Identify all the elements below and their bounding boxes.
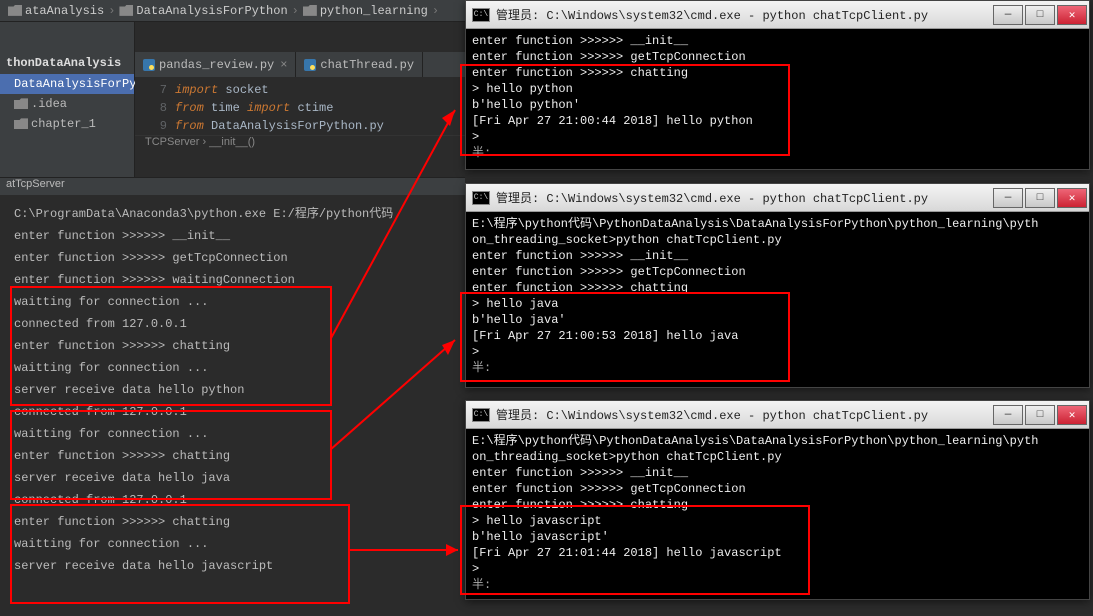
terminal-line: on_threading_socket>python chatTcpClient… <box>472 449 1083 465</box>
terminal-line: enter function >>>>>> __init__ <box>472 33 1083 49</box>
folder-icon <box>14 118 28 129</box>
console-line: enter function >>>>>> __init__ <box>0 225 465 247</box>
crumb[interactable]: python_learning <box>303 4 428 18</box>
cmd-icon: C:\ <box>472 8 490 22</box>
gutter: 789 <box>135 81 175 135</box>
titlebar[interactable]: C:\ 管理员: C:\Windows\system32\cmd.exe - p… <box>466 401 1089 429</box>
window-title: 管理员: C:\Windows\system32\cmd.exe - pytho… <box>496 406 993 423</box>
tree-node[interactable]: .idea <box>0 94 134 114</box>
window-title: 管理员: C:\Windows\system32\cmd.exe - pytho… <box>496 6 993 23</box>
maximize-button[interactable]: □ <box>1025 405 1055 425</box>
close-button[interactable]: ✕ <box>1057 405 1087 425</box>
project-panel[interactable]: thonDataAnalysis DataAnalysisForPyth .id… <box>0 22 135 177</box>
annotation-box <box>460 292 790 382</box>
annotation-box <box>460 64 790 156</box>
minimize-button[interactable]: — <box>993 188 1023 208</box>
terminal-line: enter function >>>>>> getTcpConnection <box>472 49 1083 65</box>
terminal-line: on_threading_socket>python chatTcpClient… <box>472 232 1083 248</box>
terminal-line: enter function >>>>>> getTcpConnection <box>472 481 1083 497</box>
cmd-icon: C:\ <box>472 408 490 422</box>
titlebar[interactable]: C:\ 管理员: C:\Windows\system32\cmd.exe - p… <box>466 184 1089 212</box>
tree-node[interactable]: chapter_1 <box>0 114 134 134</box>
crumb[interactable]: ataAnalysis <box>8 4 104 18</box>
terminal-line: enter function >>>>>> __init__ <box>472 465 1083 481</box>
annotation-box <box>10 286 332 406</box>
maximize-button[interactable]: □ <box>1025 5 1055 25</box>
folder-icon <box>303 5 317 16</box>
window-title: 管理员: C:\Windows\system32\cmd.exe - pytho… <box>496 189 993 206</box>
editor-tabs: pandas_review.py× chatThread.py <box>135 52 465 77</box>
close-button[interactable]: ✕ <box>1057 188 1087 208</box>
annotation-box <box>10 410 332 500</box>
folder-icon <box>14 98 28 109</box>
tree-node[interactable]: DataAnalysisForPyth <box>0 74 134 94</box>
python-icon <box>143 59 155 71</box>
python-icon <box>304 59 316 71</box>
structure-breadcrumb[interactable]: TCPServer › __init__() <box>135 135 465 153</box>
titlebar[interactable]: C:\ 管理员: C:\Windows\system32\cmd.exe - p… <box>466 1 1089 29</box>
editor: pandas_review.py× chatThread.py 789 impo… <box>135 22 465 177</box>
project-root[interactable]: thonDataAnalysis <box>0 52 134 74</box>
console-line: C:\ProgramData\Anaconda3\python.exe E:/程… <box>0 203 465 225</box>
cmd-icon: C:\ <box>472 191 490 205</box>
minimize-button[interactable]: — <box>993 5 1023 25</box>
tab-chatthread[interactable]: chatThread.py <box>296 52 423 77</box>
folder-icon <box>119 5 133 16</box>
folder-icon <box>8 5 22 16</box>
terminal-line: enter function >>>>>> getTcpConnection <box>472 264 1083 280</box>
close-icon[interactable]: × <box>280 58 287 72</box>
terminal-line: enter function >>>>>> __init__ <box>472 248 1083 264</box>
minimize-button[interactable]: — <box>993 405 1023 425</box>
breadcrumb: ataAnalysis› DataAnalysisForPython› pyth… <box>0 0 465 22</box>
code-lines: import socket from time import ctime fro… <box>175 81 465 135</box>
terminal-line: E:\程序\python代码\PythonDataAnalysis\DataAn… <box>472 433 1083 449</box>
tab-pandas-review[interactable]: pandas_review.py× <box>135 52 296 77</box>
terminal-line: E:\程序\python代码\PythonDataAnalysis\DataAn… <box>472 216 1083 232</box>
crumb[interactable]: DataAnalysisForPython <box>119 4 287 18</box>
maximize-button[interactable]: □ <box>1025 188 1055 208</box>
console-line: enter function >>>>>> getTcpConnection <box>0 247 465 269</box>
annotation-box <box>460 505 810 595</box>
code-area[interactable]: 789 import socket from time import ctime… <box>135 77 465 135</box>
close-button[interactable]: ✕ <box>1057 5 1087 25</box>
tool-window-title[interactable]: atTcpServer <box>0 177 465 195</box>
annotation-box <box>10 504 350 604</box>
